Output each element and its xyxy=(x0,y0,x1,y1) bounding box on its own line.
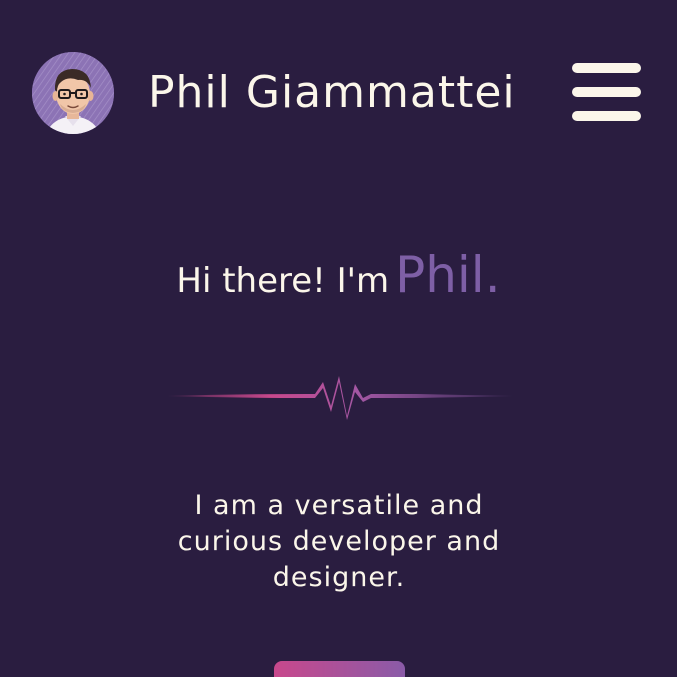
greeting-name: Phil. xyxy=(395,246,501,304)
page: Phil Giammattei Hi there! I'm Phil. I am … xyxy=(0,0,677,677)
greeting-prefix: Hi there! I'm xyxy=(176,261,390,301)
avatar-portrait-icon xyxy=(32,52,114,134)
hero-tagline: I am a versatile and curious developer a… xyxy=(177,490,501,593)
menu-bar xyxy=(572,111,641,121)
hero-section: Hi there! I'm Phil. xyxy=(0,230,677,326)
cta-button[interactable] xyxy=(274,661,405,677)
menu-bar xyxy=(572,87,641,97)
site-header: Phil Giammattei xyxy=(0,0,677,190)
menu-bar xyxy=(572,63,641,73)
hero-greeting: Hi there! I'm Phil. xyxy=(176,230,500,326)
avatar[interactable] xyxy=(32,52,114,134)
site-title[interactable]: Phil Giammattei xyxy=(148,63,516,123)
heartbeat-divider-icon xyxy=(167,376,513,420)
menu-button[interactable] xyxy=(572,63,642,123)
